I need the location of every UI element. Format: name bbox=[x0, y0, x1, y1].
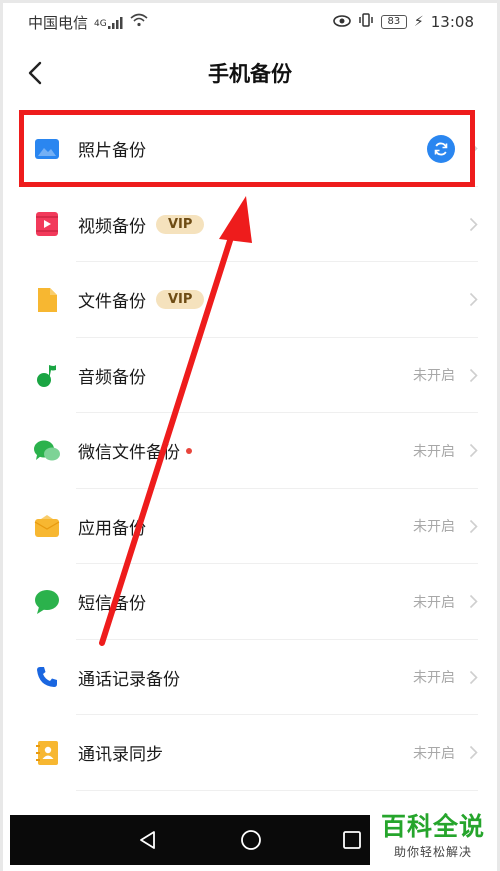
item-label: 音频备份 bbox=[78, 367, 146, 388]
item-label: 通讯录同步 bbox=[78, 745, 163, 766]
message-icon bbox=[33, 588, 61, 616]
contacts-icon bbox=[33, 739, 61, 767]
file-icon bbox=[33, 286, 61, 314]
nav-home-button[interactable] bbox=[231, 815, 271, 865]
circle-home-icon bbox=[241, 830, 261, 850]
carrier-label: 中国电信 bbox=[28, 13, 89, 32]
app-header: 手机备份 bbox=[0, 48, 500, 98]
status-text: 未开启 bbox=[413, 519, 455, 536]
new-indicator-dot bbox=[186, 447, 192, 454]
status-text: 未开启 bbox=[413, 443, 455, 460]
chevron-right-icon bbox=[469, 368, 478, 382]
back-button[interactable] bbox=[20, 58, 50, 88]
chevron-right-icon bbox=[469, 519, 478, 533]
item-label: 视频备份 bbox=[78, 216, 146, 237]
chevron-right-icon bbox=[469, 444, 478, 458]
network-type-label: 4G bbox=[94, 19, 107, 29]
wifi-icon bbox=[130, 13, 148, 31]
chevron-right-icon bbox=[469, 746, 478, 760]
annotation-highlight-box bbox=[19, 110, 475, 187]
chevron-right-icon bbox=[469, 670, 478, 684]
charging-icon: ⚡ bbox=[413, 14, 424, 30]
watermark-title: 百科全说 bbox=[380, 812, 485, 842]
wechat-icon bbox=[33, 437, 61, 465]
status-text: 未开启 bbox=[413, 594, 455, 611]
vip-badge: VIP bbox=[156, 214, 205, 234]
watermark-logo: 百科全说 助你轻松解决 bbox=[370, 808, 496, 865]
list-item-file-backup[interactable]: 文件备份 VIP bbox=[0, 262, 500, 338]
status-text: 未开启 bbox=[413, 745, 455, 762]
item-label: 通话记录备份 bbox=[78, 669, 180, 690]
list-item-call-log-backup[interactable]: 通话记录备份 未开启 bbox=[0, 640, 500, 716]
watermark-subtitle: 助你轻松解决 bbox=[393, 844, 472, 859]
item-label: 文件备份 bbox=[78, 292, 146, 313]
item-label: 应用备份 bbox=[78, 518, 146, 539]
list-item-contacts-sync[interactable]: 通讯录同步 未开启 bbox=[0, 715, 500, 791]
triangle-back-icon bbox=[140, 831, 155, 849]
backup-list: 照片备份 视频备份 VIP 文件备份 VIP 音频备份 未开启 微信文件备份 未… bbox=[0, 111, 500, 791]
music-icon bbox=[33, 361, 61, 389]
eye-icon bbox=[333, 13, 351, 31]
vip-badge: VIP bbox=[156, 290, 205, 310]
item-label: 短信备份 bbox=[78, 594, 146, 615]
nav-back-button[interactable] bbox=[128, 815, 168, 865]
battery-level: 83 bbox=[387, 16, 401, 27]
list-item-app-backup[interactable]: 应用备份 未开启 bbox=[0, 489, 500, 565]
chevron-right-icon bbox=[469, 217, 478, 231]
list-item-video-backup[interactable]: 视频备份 VIP bbox=[0, 187, 500, 263]
status-text: 未开启 bbox=[413, 670, 455, 687]
list-item-wechat-backup[interactable]: 微信文件备份 未开启 bbox=[0, 413, 500, 489]
status-text: 未开启 bbox=[413, 368, 455, 385]
app-icon bbox=[33, 512, 61, 540]
chevron-left-icon bbox=[28, 61, 42, 85]
item-label: 微信文件备份 bbox=[78, 443, 180, 464]
list-item-audio-backup[interactable]: 音频备份 未开启 bbox=[0, 338, 500, 414]
clock: 13:08 bbox=[430, 13, 474, 31]
list-item-sms-backup[interactable]: 短信备份 未开启 bbox=[0, 564, 500, 640]
page-title: 手机备份 bbox=[208, 62, 292, 86]
video-icon bbox=[33, 210, 61, 238]
chevron-right-icon bbox=[469, 293, 478, 307]
nav-recents-button[interactable] bbox=[332, 815, 372, 865]
status-bar: 中国电信 4G 83 ⚡ 13:08 bbox=[0, 0, 500, 44]
battery-icon: 83 bbox=[380, 15, 407, 29]
signal-icon: 4G bbox=[94, 15, 124, 29]
square-recents-icon bbox=[343, 831, 361, 849]
chevron-right-icon bbox=[469, 595, 478, 609]
vibrate-icon bbox=[358, 13, 374, 31]
phone-icon bbox=[33, 663, 61, 691]
